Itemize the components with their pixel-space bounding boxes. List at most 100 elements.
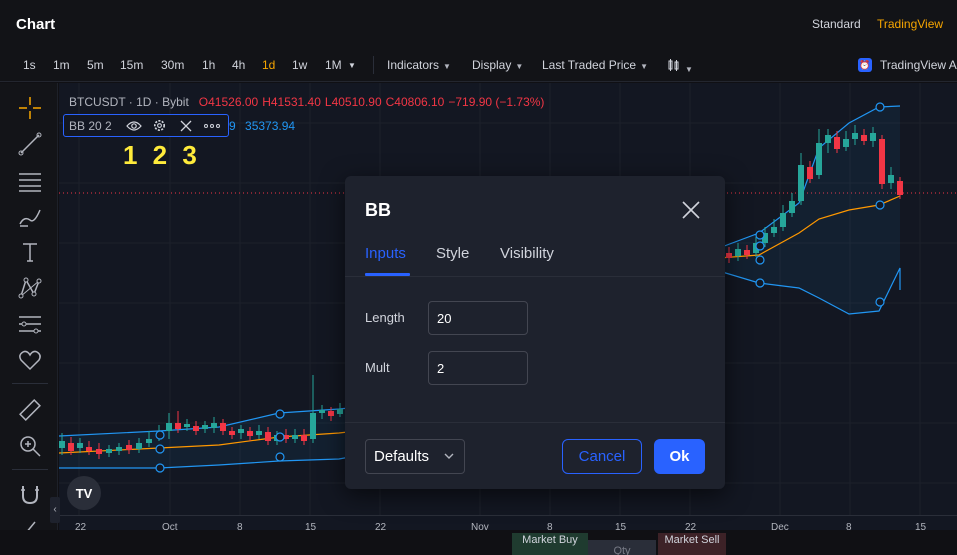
collapse-toolbar-button[interactable]: ‹	[50, 497, 60, 523]
defaults-dropdown[interactable]: Defaults	[365, 439, 465, 474]
more-icon[interactable]	[203, 118, 220, 134]
candle-body	[126, 445, 132, 450]
zoom-tool[interactable]	[13, 431, 47, 461]
crosshair-icon	[19, 97, 41, 119]
chart-type-dropdown[interactable]: ▼	[667, 58, 693, 75]
brush-tool[interactable]	[13, 201, 47, 231]
timeframe-1m[interactable]: 1m	[53, 58, 70, 72]
mult-label: Mult	[365, 360, 390, 375]
indicators-dropdown[interactable]: Indicators ▼	[387, 58, 451, 72]
position-icon	[19, 316, 41, 334]
candle-body	[77, 443, 83, 448]
horizontal-lines-tool[interactable]	[13, 165, 47, 195]
price-type-dropdown[interactable]: Last Traded Price ▼	[542, 58, 648, 72]
price-type-label: Last Traded Price	[542, 58, 637, 72]
bb-indicator-label: BB 20 2	[69, 118, 112, 133]
timeframe-1M[interactable]: 1M	[325, 58, 342, 72]
candle-body	[843, 139, 849, 147]
candle-body	[193, 426, 199, 431]
display-dropdown[interactable]: Display ▼	[472, 58, 523, 72]
candle-body	[301, 435, 307, 441]
change-value: −719.90 (−1.73%)	[448, 95, 545, 109]
timeframe-5m[interactable]: 5m	[87, 58, 104, 72]
toolbar-divider	[12, 383, 48, 384]
candle-body	[247, 431, 253, 436]
ruler-tool[interactable]	[13, 395, 47, 425]
candle-body	[146, 439, 152, 443]
candle-body	[106, 449, 112, 453]
ruler-icon	[19, 399, 41, 421]
candle-body	[116, 447, 122, 451]
tradingview-logo: TV	[67, 476, 101, 510]
bb-value-left: 9	[229, 119, 236, 133]
timeframe-1d[interactable]: 1d	[262, 58, 275, 72]
trend-line-tool[interactable]	[13, 129, 47, 159]
timeframe-1w[interactable]: 1w	[292, 58, 307, 72]
candle-body	[337, 409, 343, 414]
close-icon[interactable]	[178, 118, 194, 134]
measure-lines-tool[interactable]	[13, 309, 47, 339]
candle-body	[789, 201, 795, 213]
chevron-down-icon: ▼	[515, 62, 524, 71]
magnet-tool[interactable]	[13, 479, 47, 509]
timeframe-1h[interactable]: 1h	[202, 58, 215, 72]
candle-body	[735, 249, 741, 256]
candle-body	[825, 135, 831, 143]
symbol-label[interactable]: BTCUSDT · 1D · Bybit	[69, 95, 189, 109]
candle-body	[888, 175, 894, 183]
candle-body	[310, 413, 316, 439]
candle-body	[780, 213, 786, 227]
candle-body	[59, 441, 65, 448]
length-field[interactable]	[428, 301, 528, 335]
tradingview-alert-button[interactable]: ⏰ TradingView A	[858, 56, 957, 74]
page-title: Chart	[16, 16, 56, 33]
timeframe-30m[interactable]: 30m	[161, 58, 184, 72]
cancel-button[interactable]: Cancel	[562, 439, 642, 474]
tab-style[interactable]: Style	[436, 245, 469, 262]
candle-body	[256, 431, 262, 435]
chart-header: Chart Standard TradingView	[0, 0, 957, 48]
chevron-down-icon: ▼	[685, 65, 693, 74]
gear-icon[interactable]	[152, 118, 168, 134]
candle-body	[726, 253, 732, 258]
timeframe-caret-icon[interactable]: ▼	[348, 61, 356, 70]
tab-inputs[interactable]: Inputs	[365, 245, 406, 262]
tab-visibility[interactable]: Visibility	[500, 245, 554, 262]
candle-body	[265, 432, 271, 441]
ok-button[interactable]: Ok	[654, 439, 705, 474]
timeframe-1s[interactable]: 1s	[23, 58, 36, 72]
timeframe-4h[interactable]: 4h	[232, 58, 245, 72]
zoom-in-icon	[20, 436, 41, 457]
open-value: O41526.00	[198, 95, 259, 109]
market-buy-button[interactable]: Market Buy	[512, 533, 588, 555]
favorites-tool[interactable]	[13, 345, 47, 375]
toolbar-separator	[373, 56, 374, 74]
bb-indicator-legend[interactable]: BB 20 2	[63, 114, 229, 137]
view-tradingview-tab[interactable]: TradingView	[877, 17, 943, 31]
candle-body	[319, 410, 325, 413]
view-standard-tab[interactable]: Standard	[812, 17, 861, 31]
symbol-legend: BTCUSDT · 1D · Bybit O41526.00 H41531.40…	[69, 95, 544, 109]
crosshair-tool[interactable]	[13, 93, 47, 123]
candle-body	[852, 133, 858, 139]
candle-body	[861, 135, 867, 141]
candle-body	[879, 139, 885, 184]
heart-icon	[19, 350, 41, 371]
bb-values: 9 35373.94	[229, 119, 295, 133]
indicator-settings-dialog: BB Inputs Style Visibility Length Mult D…	[345, 176, 725, 489]
candle-body	[744, 250, 750, 255]
eye-icon[interactable]	[125, 118, 142, 134]
candle-body	[211, 423, 217, 428]
pattern-tool[interactable]	[13, 273, 47, 303]
qty-input[interactable]: Qty	[588, 540, 656, 555]
alarm-icon: ⏰	[858, 58, 872, 72]
candle-body	[798, 165, 804, 201]
mult-field[interactable]	[428, 351, 528, 385]
pattern-icon	[18, 277, 42, 299]
close-icon[interactable]	[679, 198, 703, 222]
market-sell-button[interactable]: Market Sell	[658, 533, 726, 555]
drawing-toolbar	[0, 83, 58, 555]
horizontal-lines-icon	[19, 173, 41, 192]
text-tool[interactable]	[13, 237, 47, 267]
timeframe-15m[interactable]: 15m	[120, 58, 143, 72]
